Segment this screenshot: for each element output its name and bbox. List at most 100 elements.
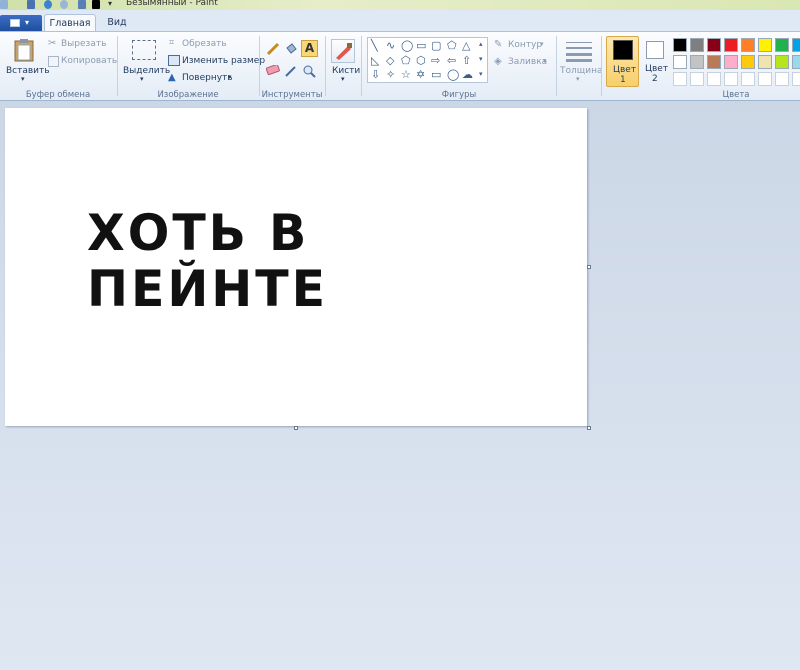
outline-icon: ✎ xyxy=(494,39,503,50)
tools-group-label: Инструменты xyxy=(261,90,323,100)
gallery-scroll-up-icon[interactable]: ▴ xyxy=(479,39,483,50)
fill-dropdown-icon[interactable]: ▾ xyxy=(543,57,547,65)
pentagon-shape-icon[interactable]: ⬠ xyxy=(401,55,411,66)
custom-color-swatch[interactable] xyxy=(792,72,800,86)
cut-button[interactable]: Вырезать xyxy=(61,39,106,49)
color-swatch[interactable] xyxy=(775,55,789,69)
custom-color-swatch[interactable] xyxy=(758,72,772,86)
callout-rect-shape-icon[interactable]: ▭ xyxy=(431,69,441,80)
color-swatch[interactable] xyxy=(673,55,687,69)
gallery-more-icon[interactable]: ▾ xyxy=(479,69,483,80)
diamond-shape-icon[interactable]: ◇ xyxy=(386,55,394,66)
arrow-left-shape-icon[interactable]: ⇦ xyxy=(447,55,456,66)
color2-label: Цвет xyxy=(645,64,669,74)
resize-handle-bottom[interactable] xyxy=(294,426,298,430)
brushes-button[interactable]: Кисти xyxy=(332,66,360,76)
pencil-icon[interactable] xyxy=(266,42,280,56)
outline-dropdown-icon[interactable]: ▾ xyxy=(540,40,544,48)
resize-handle-right[interactable] xyxy=(587,265,591,269)
rounded-rectangle-shape-icon[interactable]: ▢ xyxy=(431,40,441,51)
copy-button[interactable]: Копировать xyxy=(61,56,117,66)
star5-shape-icon[interactable]: ☆ xyxy=(401,69,411,80)
resize-handle-corner[interactable] xyxy=(587,426,591,430)
arrow-down-shape-icon[interactable]: ⇩ xyxy=(371,69,380,80)
tab-view[interactable]: Вид xyxy=(100,14,134,31)
select-dropdown-icon[interactable]: ▾ xyxy=(140,75,144,83)
gallery-scroll-down-icon[interactable]: ▾ xyxy=(479,54,483,65)
color-swatch[interactable] xyxy=(741,55,755,69)
size-button[interactable]: Толщина xyxy=(560,66,602,76)
group-separator xyxy=(325,36,326,96)
select-icon[interactable] xyxy=(132,40,156,60)
color1-label: Цвет xyxy=(613,65,637,75)
file-menu-button[interactable]: ▾ xyxy=(0,15,42,31)
color-swatch[interactable] xyxy=(724,55,738,69)
callout-cloud-shape-icon[interactable]: ☁ xyxy=(462,69,473,80)
magnifier-icon[interactable] xyxy=(302,64,316,78)
rotate-dropdown-icon[interactable]: ▾ xyxy=(228,73,232,81)
qat-customize-icon[interactable]: ▾ xyxy=(108,0,115,9)
color-swatch[interactable] xyxy=(758,38,772,52)
paste-icon[interactable] xyxy=(14,38,34,62)
polygon-shape-icon[interactable]: ⬠ xyxy=(447,40,457,51)
color-swatch[interactable] xyxy=(707,38,721,52)
color-swatch[interactable] xyxy=(707,55,721,69)
eraser-icon[interactable] xyxy=(265,63,280,76)
star4-shape-icon[interactable]: ✧ xyxy=(386,69,395,80)
size-dropdown-icon[interactable]: ▾ xyxy=(576,75,580,83)
triangle-shape-icon[interactable]: △ xyxy=(462,40,470,51)
qat-black-swatch-icon xyxy=(92,0,100,9)
shapes-gallery[interactable]: ╲ ∿ ◯ ▭ ▢ ⬠ △ ◺ ◇ ⬠ ⬡ ⇨ ⇦ ⇧ ⇩ ✧ ☆ ✡ ▭ ◯ … xyxy=(367,37,488,83)
color-swatch[interactable] xyxy=(673,38,687,52)
custom-color-swatch[interactable] xyxy=(724,72,738,86)
tab-home[interactable]: Главная xyxy=(44,14,96,31)
select-button[interactable]: Выделить xyxy=(123,66,170,76)
custom-color-swatch[interactable] xyxy=(775,72,789,86)
redo-icon[interactable] xyxy=(60,0,68,9)
custom-color-swatch[interactable] xyxy=(673,72,687,86)
text-icon[interactable]: A xyxy=(301,40,318,57)
size-icon[interactable] xyxy=(566,40,592,62)
color-swatch[interactable] xyxy=(690,55,704,69)
color-swatch[interactable] xyxy=(792,55,800,69)
oval-shape-icon[interactable]: ◯ xyxy=(401,40,413,51)
title-bar: ▾ Безымянный - Paint xyxy=(0,0,800,10)
color-swatch[interactable] xyxy=(724,38,738,52)
custom-color-swatch[interactable] xyxy=(707,72,721,86)
resize-button[interactable]: Изменить размер xyxy=(182,56,265,66)
copy-icon xyxy=(48,56,59,67)
fill-button[interactable]: Заливка xyxy=(508,57,547,67)
hexagon-shape-icon[interactable]: ⬡ xyxy=(416,55,426,66)
rotate-button[interactable]: Повернуть xyxy=(182,73,233,83)
callout-oval-shape-icon[interactable]: ◯ xyxy=(447,69,459,80)
color-swatch[interactable] xyxy=(741,38,755,52)
color-swatch[interactable] xyxy=(758,55,772,69)
outline-button[interactable]: Контур xyxy=(508,40,542,50)
chevron-down-icon: ▾ xyxy=(25,18,30,27)
rectangle-shape-icon[interactable]: ▭ xyxy=(416,40,426,51)
color-picker-icon[interactable] xyxy=(284,64,298,78)
paste-button[interactable]: Вставить xyxy=(6,66,50,76)
color-swatch[interactable] xyxy=(690,38,704,52)
line-shape-icon[interactable]: ╲ xyxy=(371,40,378,51)
color-swatch[interactable] xyxy=(775,38,789,52)
brush-icon[interactable] xyxy=(331,39,355,63)
arrow-up-shape-icon[interactable]: ⇧ xyxy=(462,55,471,66)
color2-button[interactable]: Цвет 2 xyxy=(642,36,670,87)
brushes-dropdown-icon[interactable]: ▾ xyxy=(341,75,345,83)
clipboard-group-label: Буфер обмена xyxy=(25,90,91,100)
custom-color-swatch[interactable] xyxy=(741,72,755,86)
star6-shape-icon[interactable]: ✡ xyxy=(416,69,425,80)
custom-color-swatch[interactable] xyxy=(690,72,704,86)
crop-button[interactable]: Обрезать xyxy=(182,39,227,49)
right-triangle-shape-icon[interactable]: ◺ xyxy=(371,55,379,66)
save-icon[interactable] xyxy=(27,0,35,9)
curve-shape-icon[interactable]: ∿ xyxy=(386,40,395,51)
fill-bucket-icon[interactable] xyxy=(284,42,298,56)
color-swatch[interactable] xyxy=(792,38,800,52)
paste-dropdown-icon[interactable]: ▾ xyxy=(21,75,25,83)
drawing-canvas[interactable]: ХОТЬ В ПЕЙНТЕ xyxy=(5,108,587,426)
arrow-right-shape-icon[interactable]: ⇨ xyxy=(431,55,440,66)
color1-button[interactable]: Цвет 1 xyxy=(606,36,639,87)
undo-icon[interactable] xyxy=(44,0,52,9)
